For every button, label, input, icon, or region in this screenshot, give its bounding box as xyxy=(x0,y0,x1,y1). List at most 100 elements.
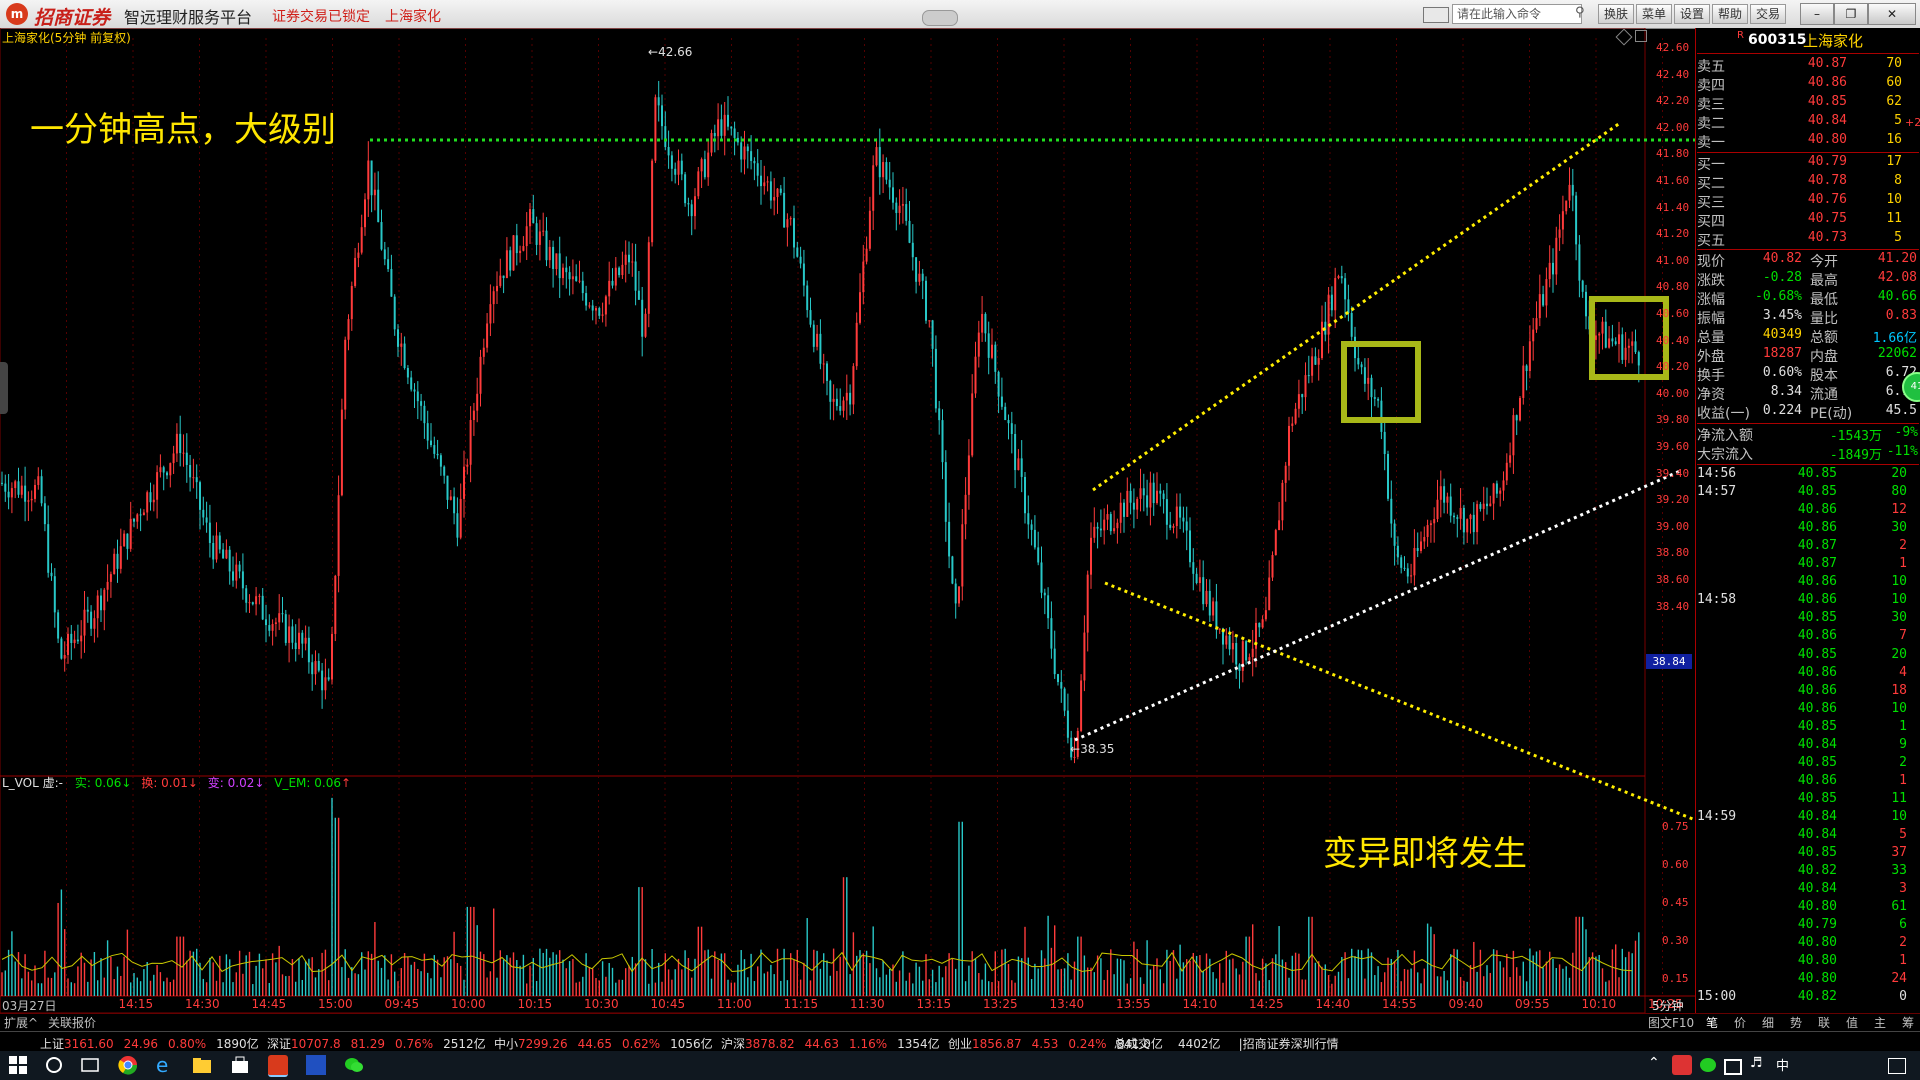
index-amount: 1354亿 xyxy=(897,1037,940,1051)
notification-icon[interactable] xyxy=(1888,1058,1906,1074)
candle-body xyxy=(1156,490,1158,504)
candle-body xyxy=(1103,519,1106,531)
network-icon[interactable] xyxy=(1724,1059,1742,1075)
quote-tab[interactable]: 筹 xyxy=(1902,1014,1914,1031)
money-flow-row: 净流入额 -1543万 -9% xyxy=(1697,425,1919,444)
tray-chevron-icon[interactable]: ⌃ xyxy=(1648,1055,1668,1075)
quote-tab[interactable]: 主 xyxy=(1874,1014,1886,1031)
index-name: 上证 xyxy=(40,1037,65,1051)
index-bar: 上证3161.60 24.96 0.80% 1890亿 深证10707.8 81.29 0.… xyxy=(0,1031,1920,1052)
stat-value: 18287 xyxy=(1762,346,1802,361)
candle-body xyxy=(1066,710,1069,738)
windows-start-icon[interactable] xyxy=(8,1055,28,1075)
candle-body xyxy=(905,204,908,221)
time-tick-label: 10:30 xyxy=(584,997,619,1011)
candle-body xyxy=(294,642,297,650)
quote-tab[interactable]: 值 xyxy=(1846,1014,1858,1031)
quote-tab[interactable]: 价 xyxy=(1734,1014,1746,1031)
quote-tab[interactable]: 势 xyxy=(1790,1014,1802,1031)
candle-body xyxy=(1519,397,1521,421)
quote-tab[interactable]: 联 xyxy=(1818,1014,1830,1031)
quote-tab[interactable]: 细 xyxy=(1762,1014,1774,1031)
search-icon[interactable]: ⚲ xyxy=(1575,5,1589,20)
tray-wechat-icon[interactable] xyxy=(1698,1055,1718,1075)
candle-body xyxy=(1350,312,1353,337)
menu-button[interactable]: 菜单 xyxy=(1636,4,1673,24)
candle-body xyxy=(1261,619,1264,628)
tick-row: 40.85 20 xyxy=(1697,647,1919,665)
minimize-button[interactable]: – xyxy=(1800,3,1834,25)
quote-tab[interactable]: 笔 xyxy=(1706,1014,1718,1031)
stat-value: 22062 xyxy=(1877,346,1917,361)
tick-volume: 1 xyxy=(1899,953,1907,969)
zhaoshang-app-icon[interactable] xyxy=(268,1055,288,1077)
tray-app-icon[interactable] xyxy=(1672,1055,1692,1075)
tick-volume: 61 xyxy=(1891,899,1907,915)
command-input[interactable]: 请在此输入命令 xyxy=(1452,4,1582,24)
tick-price: 40.82 xyxy=(1797,989,1837,1005)
candle-body xyxy=(1505,462,1508,481)
store-icon[interactable] xyxy=(230,1055,250,1075)
wechat-icon[interactable] xyxy=(344,1055,364,1075)
tick-volume: 1 xyxy=(1899,556,1907,572)
index-item: 中小7299.26 44.65 0.62% 1056亿 xyxy=(494,1035,713,1052)
candle-body xyxy=(449,496,452,500)
price-tick-label: 42.40 xyxy=(1656,67,1690,81)
tick-row: 40.85 2 xyxy=(1697,755,1919,773)
index-item: 上证3161.60 24.96 0.80% 1890亿 xyxy=(40,1035,259,1052)
candle-body xyxy=(162,467,165,473)
skin-button[interactable]: 换肤 xyxy=(1598,4,1635,24)
candle-body xyxy=(482,347,485,357)
tick-volume: 6 xyxy=(1899,917,1907,933)
candle-body xyxy=(793,218,795,248)
candle-body xyxy=(868,210,871,249)
candle-body xyxy=(406,368,409,378)
candle-body xyxy=(1373,397,1376,399)
orderbook-price: 40.87 xyxy=(1807,56,1847,71)
candle-body xyxy=(40,476,43,504)
index-change: 81.29 xyxy=(350,1037,385,1051)
candle-body xyxy=(156,472,159,500)
settings-button[interactable]: 设置 xyxy=(1674,4,1711,24)
trade-locked-link[interactable]: 证券交易已锁定 xyxy=(272,6,370,26)
tab-f10[interactable]: 图文F10 xyxy=(1648,1014,1694,1031)
stat-label: 流通 xyxy=(1810,387,1838,403)
candle-body xyxy=(1000,396,1003,407)
candle-body xyxy=(241,571,244,589)
ime-icon[interactable]: 中 xyxy=(1776,1055,1796,1075)
candle-body xyxy=(222,549,225,559)
tab-expand[interactable]: 扩展^ xyxy=(4,1014,38,1031)
search-icon[interactable] xyxy=(44,1055,64,1075)
maximize-button[interactable]: ❐ xyxy=(1834,3,1868,25)
trade-button[interactable]: 交易 xyxy=(1750,4,1787,24)
candle-body xyxy=(631,261,634,263)
chrome-icon[interactable] xyxy=(118,1055,138,1075)
candle-body xyxy=(416,391,419,402)
current-stock-link[interactable]: 上海家化 xyxy=(385,6,441,26)
candle-body xyxy=(314,661,317,675)
candle-body xyxy=(740,142,743,160)
close-button[interactable]: ✕ xyxy=(1868,3,1916,25)
candle-body xyxy=(17,481,20,495)
candle-body xyxy=(885,162,888,180)
tick-row: 40.80 2 xyxy=(1697,935,1919,953)
tick-row: 40.85 37 xyxy=(1697,845,1919,863)
tab-related-quotes[interactable]: 关联报价 xyxy=(48,1014,96,1031)
left-expand-handle[interactable] xyxy=(0,362,8,414)
index-value: 10707.8 xyxy=(291,1037,341,1051)
stock-code: 600315 xyxy=(1748,32,1807,48)
period-label[interactable]: 5分钟 xyxy=(1652,997,1684,1014)
candle-body xyxy=(1301,394,1304,398)
candle-body xyxy=(700,159,703,172)
edge-icon[interactable]: e xyxy=(156,1055,176,1075)
volume-icon[interactable]: ♬ xyxy=(1750,1055,1770,1075)
help-button[interactable]: 帮助 xyxy=(1712,4,1749,24)
file-explorer-icon[interactable] xyxy=(192,1055,212,1075)
app-blue-icon[interactable] xyxy=(306,1055,326,1075)
chart-window-icon[interactable] xyxy=(1635,30,1647,42)
keyboard-icon[interactable] xyxy=(1423,7,1449,23)
collapse-toggle[interactable] xyxy=(922,10,958,26)
stat-value: 0.224 xyxy=(1762,403,1802,418)
task-view-icon[interactable] xyxy=(80,1055,100,1075)
stat-value: 40.66 xyxy=(1877,289,1917,304)
